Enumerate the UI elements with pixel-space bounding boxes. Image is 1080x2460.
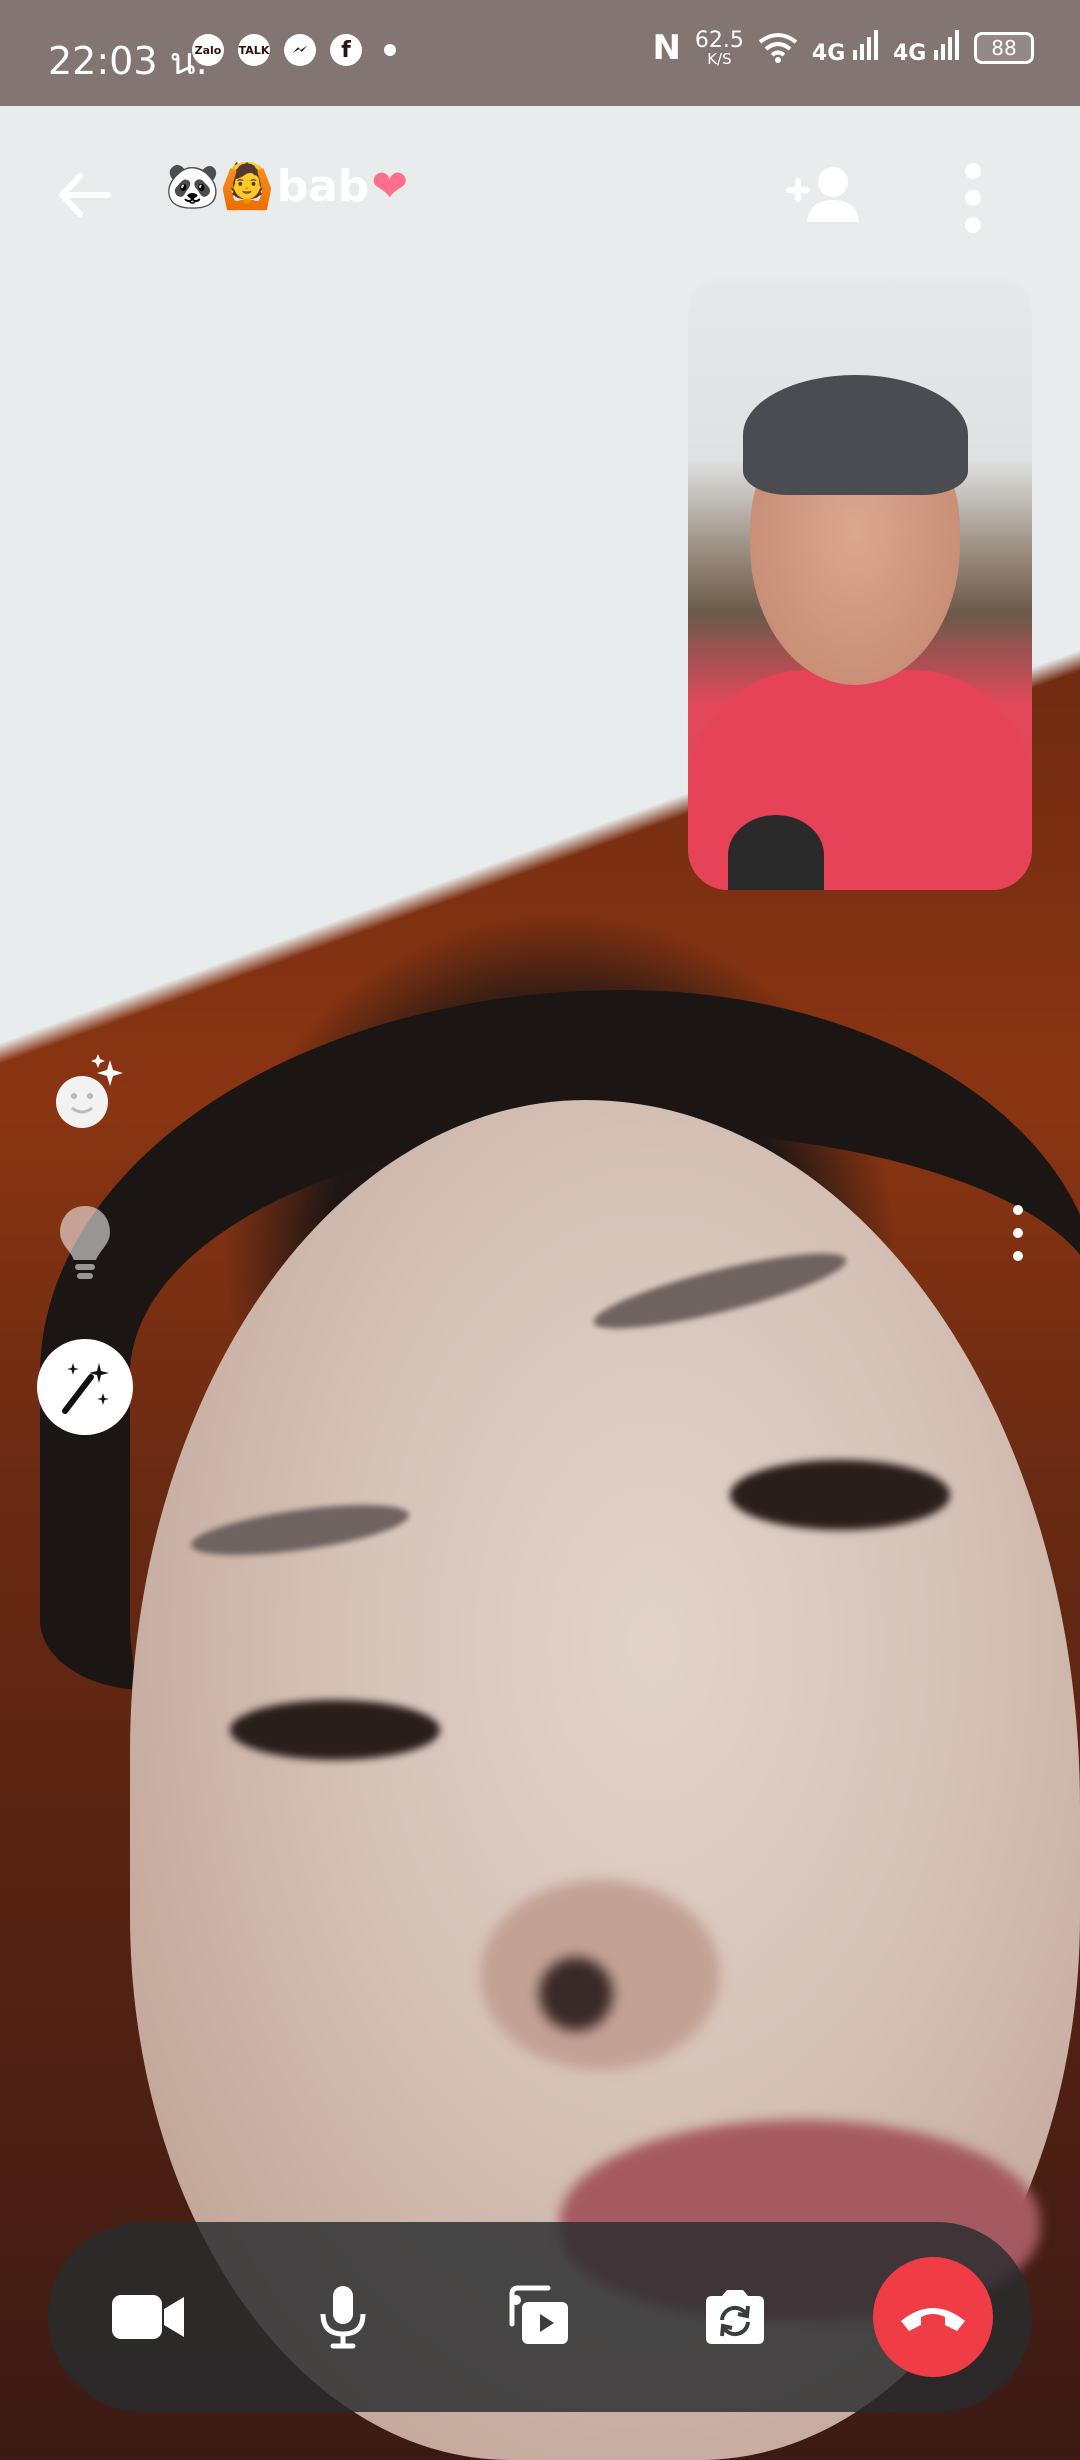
status-bar: 22:03 น. Zalo TALK f N 62.5 K/S 4G 4G 88 — [0, 0, 1080, 106]
lighting-button[interactable] — [30, 1190, 140, 1300]
call-title: 🐼🙆 bab ❤ — [165, 160, 409, 213]
nfc-icon: N — [652, 28, 681, 68]
call-controls-bar — [48, 2222, 1032, 2412]
microphone-icon — [320, 2286, 366, 2349]
magic-wand-button[interactable] — [30, 1332, 140, 1442]
network-speed-value: 62.5 — [694, 27, 744, 53]
signal-bars-icon — [934, 30, 959, 60]
remote-eye-right — [730, 1460, 950, 1530]
messenger-icon — [284, 34, 316, 66]
heart-icon: ❤ — [371, 160, 409, 212]
contact-name: bab — [276, 160, 370, 212]
notification-dot-icon — [384, 44, 396, 56]
signal-2: 4G — [893, 30, 960, 66]
title-emojis: 🐼🙆 — [165, 161, 275, 212]
more-vertical-icon — [965, 163, 981, 180]
face-sparkle-icon — [56, 1054, 123, 1128]
face-effects-button[interactable] — [30, 1040, 140, 1150]
back-button[interactable] — [50, 160, 120, 230]
signal-2-label: 4G — [892, 41, 927, 66]
more-vertical-icon — [1013, 1205, 1023, 1215]
status-time: 22:03 น. — [48, 39, 208, 83]
zalo-icon: Zalo — [192, 34, 224, 66]
end-call-icon — [901, 2308, 965, 2331]
microphone-button[interactable] — [283, 2257, 403, 2377]
status-indicators: N 62.5 K/S 4G 4G 88 — [652, 28, 1034, 68]
share-media-icon — [509, 2285, 568, 2344]
side-more-button[interactable] — [1008, 1205, 1028, 1261]
wand-circle — [37, 1339, 133, 1435]
add-person-button[interactable] — [785, 160, 865, 230]
kakaotalk-icon: TALK — [238, 34, 270, 66]
remote-eye-left — [230, 1700, 440, 1760]
signal-bars-icon — [852, 30, 878, 60]
signal-1: 4G — [812, 30, 879, 66]
end-call-circle — [873, 2257, 993, 2377]
arrow-left-icon — [59, 173, 111, 217]
call-header: 🐼🙆 bab ❤ — [0, 140, 1080, 250]
share-media-button[interactable] — [478, 2257, 598, 2377]
self-shirt-badge — [728, 815, 824, 890]
flip-camera-icon — [706, 2290, 764, 2344]
signal-1-label: 4G — [811, 41, 846, 66]
network-speed: 62.5 K/S — [694, 27, 744, 68]
end-call-button[interactable] — [873, 2257, 993, 2377]
flip-camera-button[interactable] — [675, 2257, 795, 2377]
network-speed-unit: K/S — [707, 49, 732, 68]
battery-indicator: 88 — [974, 32, 1034, 64]
self-video-preview[interactable] — [688, 275, 1032, 890]
remote-nose — [480, 1880, 720, 2070]
add-person-icon — [786, 167, 859, 222]
video-camera-icon — [112, 2295, 184, 2339]
video-call-screen: 22:03 น. Zalo TALK f N 62.5 K/S 4G 4G 88… — [0, 0, 1080, 2460]
camera-toggle-button[interactable] — [88, 2257, 208, 2377]
status-app-icons: Zalo TALK f — [192, 34, 396, 66]
more-options-button[interactable] — [955, 158, 991, 238]
facebook-icon: f — [330, 34, 362, 66]
magic-wand-icon — [62, 1363, 109, 1414]
self-hair — [743, 375, 968, 495]
wifi-icon — [758, 33, 798, 63]
lightbulb-icon — [60, 1206, 110, 1279]
